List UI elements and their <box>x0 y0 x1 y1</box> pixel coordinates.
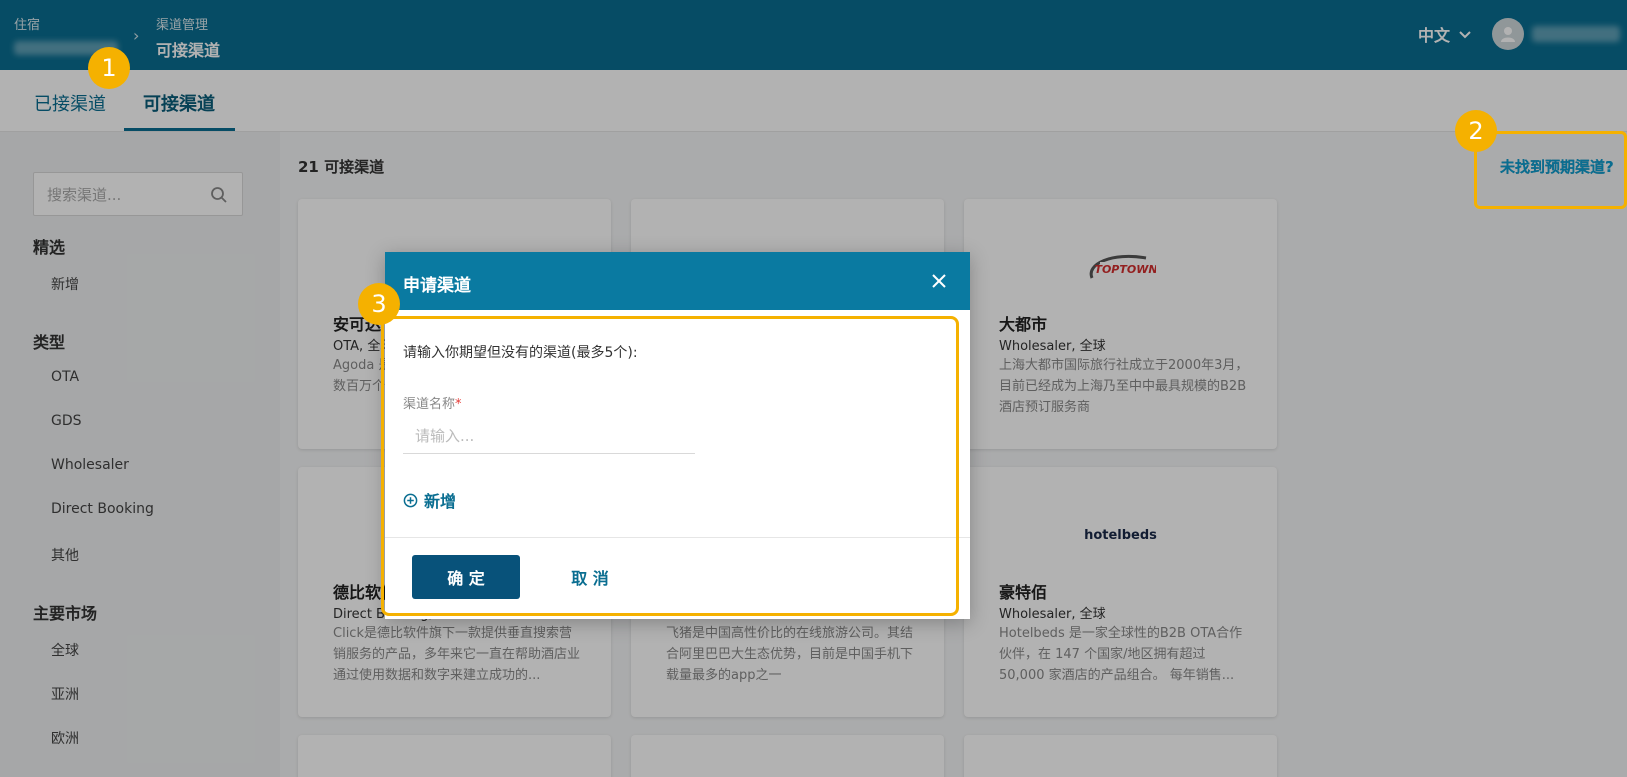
close-icon[interactable] <box>930 272 948 290</box>
dialog-header: 申请渠道 <box>385 252 970 310</box>
step-badge-2: 2 <box>1455 110 1497 152</box>
step-badge-3: 3 <box>358 283 400 325</box>
step-badge-1: 1 <box>88 47 130 89</box>
highlight-box-not-found <box>1474 131 1627 209</box>
highlight-box-dialog-form <box>381 316 959 616</box>
dialog-title: 申请渠道 <box>403 276 471 296</box>
